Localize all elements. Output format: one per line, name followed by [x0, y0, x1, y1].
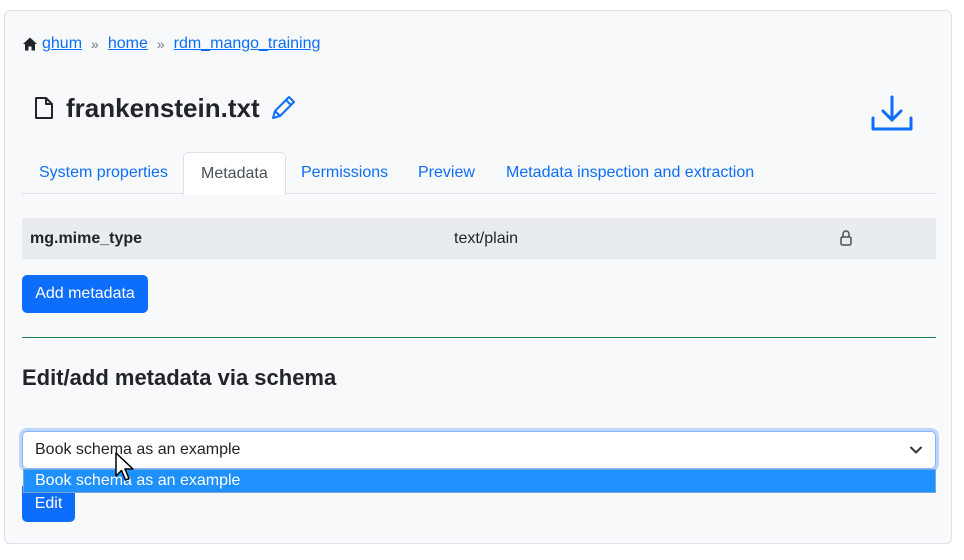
breadcrumb-separator: » [91, 36, 99, 52]
tab-system-properties[interactable]: System properties [22, 152, 185, 194]
page-title: frankenstein.txt [66, 92, 260, 123]
tab-metadata[interactable]: Metadata [183, 152, 286, 195]
schema-select[interactable]: Book schema as an example [22, 431, 936, 469]
page-title-row: frankenstein.txt [34, 90, 298, 126]
tab-permissions[interactable]: Permissions [284, 152, 405, 194]
home-icon [22, 36, 38, 52]
breadcrumb-link-ghum[interactable]: ghum [42, 35, 82, 53]
tab-preview[interactable]: Preview [401, 152, 492, 194]
table-row: mg.mime_type text/plain [22, 218, 936, 259]
schema-select-value: Book schema as an example [35, 441, 241, 458]
section-divider [22, 337, 936, 338]
schema-option[interactable]: Book schema as an example [35, 470, 240, 492]
breadcrumb-link-home[interactable]: home [108, 35, 148, 53]
schema-section-heading: Edit/add metadata via schema [22, 365, 337, 390]
chevron-down-icon [909, 443, 923, 457]
lock-icon [839, 229, 853, 247]
file-icon [34, 96, 54, 120]
breadcrumb-link-rdm-mango-training[interactable]: rdm_mango_training [174, 35, 321, 53]
breadcrumb-separator: » [156, 36, 165, 52]
download-icon[interactable] [870, 94, 914, 134]
metadata-value: text/plain [454, 230, 519, 247]
add-metadata-button[interactable]: Add metadata [22, 275, 148, 313]
tab-metadata-inspection[interactable]: Metadata inspection and extraction [489, 152, 771, 194]
schema-dropdown-list: Book schema as an example [23, 469, 936, 493]
metadata-key: mg.mime_type [30, 230, 143, 247]
tab-bar: System properties Metadata Permissions P… [22, 152, 936, 195]
breadcrumb: ghum » home » rdm_mango_training [22, 34, 320, 54]
mouse-cursor-icon [114, 451, 136, 483]
pencil-icon[interactable] [268, 93, 298, 123]
